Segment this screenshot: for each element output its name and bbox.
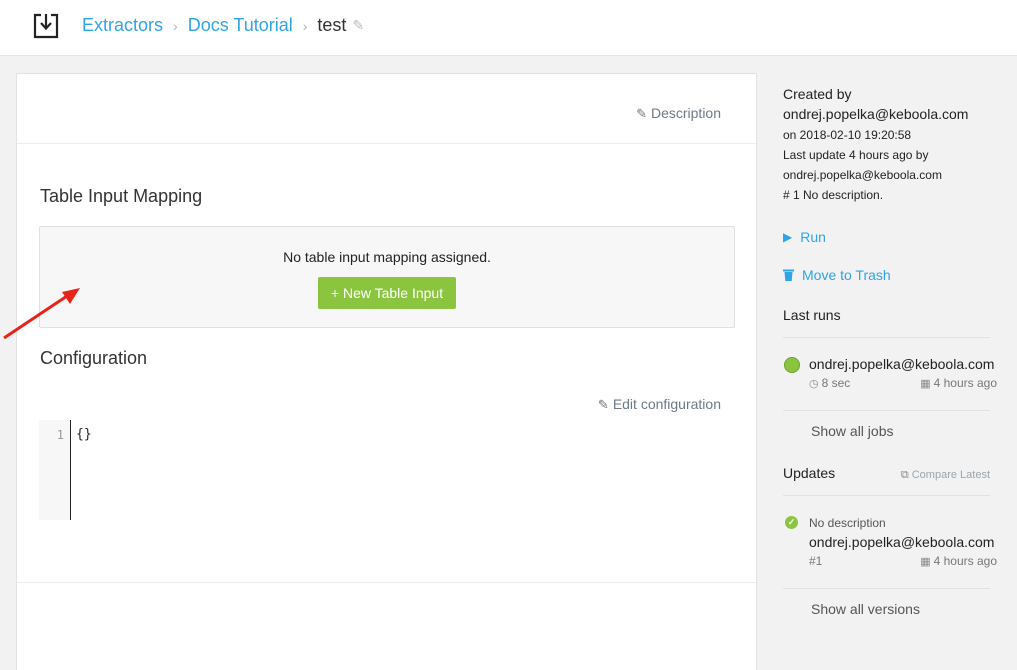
breadcrumb-extractors[interactable]: Extractors: [82, 15, 163, 36]
run-user: ondrej.popelka@keboola.com: [809, 356, 995, 372]
pencil-icon: ✎: [597, 397, 609, 412]
annotation-arrow-icon: [3, 288, 80, 340]
main-panel: ✎ Description Table Input Mapping No tabl…: [16, 73, 757, 670]
created-by-user: ondrej.popelka@keboola.com: [783, 106, 969, 122]
version-user: ondrej.popelka@keboola.com: [809, 534, 995, 550]
new-table-input-button[interactable]: + New Table Input: [318, 277, 456, 309]
created-on: on 2018-02-10 19:20:58: [783, 128, 912, 142]
edit-configuration-label: Edit configuration: [612, 396, 721, 412]
panel-divider: [17, 582, 756, 583]
description-link[interactable]: ✎ Description: [636, 105, 721, 122]
move-to-trash-label: Move to Trash: [802, 267, 891, 283]
play-icon: ▶: [783, 230, 793, 244]
edit-configuration-link[interactable]: ✎ Edit configuration: [598, 396, 721, 413]
copy-icon: ⧉: [900, 469, 909, 481]
code-line[interactable]: {}: [76, 427, 92, 442]
last-update: Last update 4 hours ago by: [783, 148, 929, 162]
calendar-icon: ▦: [920, 556, 931, 568]
move-to-trash-button[interactable]: Move to Trash: [783, 267, 891, 283]
last-update-user: ondrej.popelka@keboola.com: [783, 168, 942, 182]
version-description: No description: [809, 516, 886, 530]
calendar-icon: ▦: [920, 378, 931, 390]
breadcrumb-docs-tutorial[interactable]: Docs Tutorial: [188, 15, 293, 36]
created-by-label: Created by: [783, 86, 852, 102]
divider: [783, 588, 990, 589]
run-time: ▦ 4 hours ago: [920, 376, 997, 390]
run-label: Run: [800, 229, 826, 245]
empty-mapping-message: No table input mapping assigned.: [283, 249, 491, 265]
version-item[interactable]: ✓ No description ondrej.popelka@keboola.…: [783, 514, 997, 570]
configuration-title: Configuration: [40, 348, 148, 368]
divider: [783, 410, 990, 411]
compare-latest-link[interactable]: ⧉ Compare Latest: [901, 469, 990, 482]
breadcrumb-separator: ›: [173, 17, 178, 34]
top-bar: Extractors › Docs Tutorial › test ✎: [0, 0, 1017, 56]
download-box-icon[interactable]: [31, 11, 61, 41]
success-status-icon: [784, 357, 800, 373]
run-button[interactable]: ▶ Run: [783, 229, 826, 245]
show-all-jobs-link[interactable]: Show all jobs: [811, 423, 894, 439]
version-number: #1: [809, 554, 823, 568]
edit-name-pencil-icon[interactable]: ✎: [352, 17, 364, 34]
description-row: ✎ Description: [17, 74, 756, 144]
clock-icon: ◷: [809, 378, 819, 390]
trash-icon: [783, 269, 794, 281]
breadcrumb: Extractors › Docs Tutorial › test ✎: [82, 15, 364, 36]
version-note: # 1 No description.: [783, 188, 884, 202]
last-run-item[interactable]: ondrej.popelka@keboola.com ◷ 8 sec ▦ 4 hou…: [783, 354, 997, 394]
pencil-icon: ✎: [636, 106, 647, 121]
table-input-mapping-title: Table Input Mapping: [40, 186, 203, 206]
run-duration: ◷ 8 sec: [809, 376, 851, 390]
last-runs-heading: Last runs: [783, 307, 841, 323]
divider: [783, 495, 990, 496]
configuration-editor[interactable]: 1 {}: [39, 420, 735, 520]
version-time: ▦ 4 hours ago: [920, 554, 997, 568]
table-input-mapping-box: No table input mapping assigned. + New T…: [39, 226, 735, 328]
divider: [783, 337, 990, 338]
show-all-versions-link[interactable]: Show all versions: [811, 601, 920, 617]
updates-heading: Updates: [783, 465, 836, 481]
description-label: Description: [650, 105, 721, 121]
line-number: 1: [56, 428, 64, 442]
editor-gutter: 1: [39, 420, 71, 520]
breadcrumb-current: test: [317, 15, 347, 35]
breadcrumb-separator: ›: [302, 17, 308, 34]
check-circle-icon: ✓: [785, 516, 798, 529]
